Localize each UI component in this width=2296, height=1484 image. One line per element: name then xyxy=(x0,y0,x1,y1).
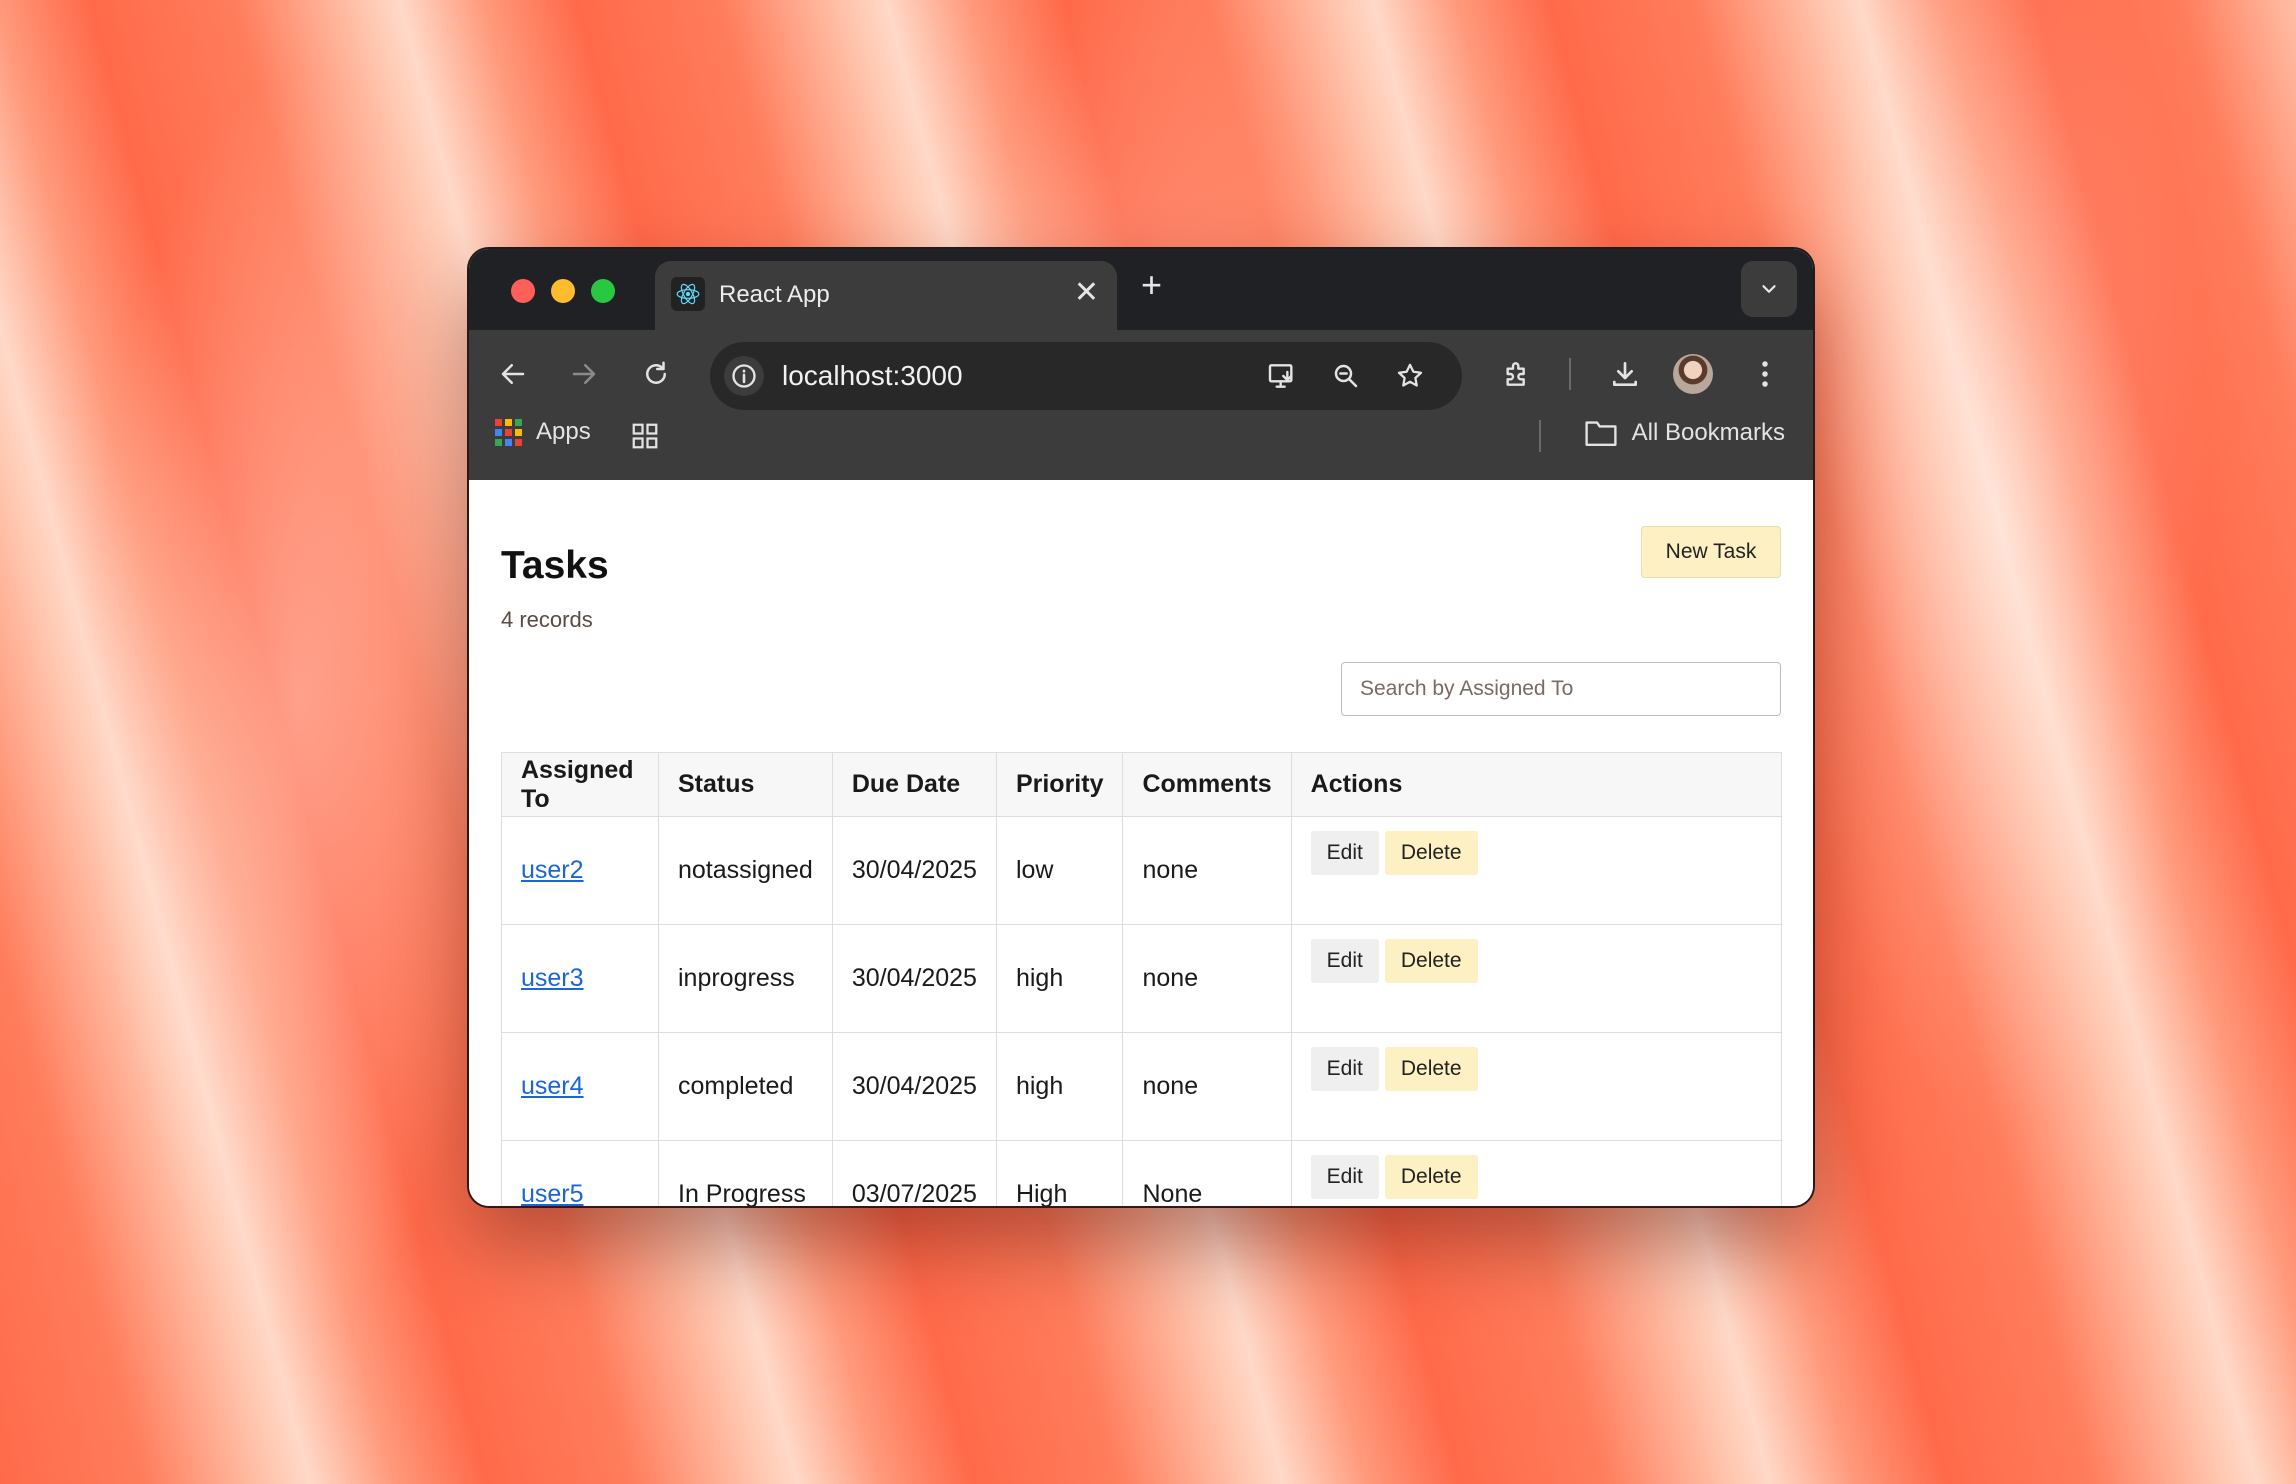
column-header-comments: Comments xyxy=(1122,752,1292,817)
search-input[interactable] xyxy=(1341,662,1781,716)
new-task-button[interactable]: New Task xyxy=(1641,526,1781,578)
minimize-window-button[interactable] xyxy=(551,279,575,303)
assigned-user-link[interactable]: user2 xyxy=(521,856,584,884)
browser-toolbar: localhost:3000 Apps All Bookmarks xyxy=(469,330,1813,480)
cell-due-date: 03/07/2025 xyxy=(831,1140,997,1206)
delete-button[interactable]: Delete xyxy=(1384,1047,1478,1091)
address-bar[interactable]: localhost:3000 xyxy=(710,342,1462,410)
cell-comments: none xyxy=(1122,816,1292,925)
page-title: Tasks xyxy=(501,544,609,587)
delete-button[interactable]: Delete xyxy=(1384,939,1478,983)
reload-icon xyxy=(646,361,666,384)
assigned-user-link[interactable]: user4 xyxy=(521,1072,584,1100)
active-tab[interactable]: React App ✕ xyxy=(655,261,1117,330)
cell-comments: none xyxy=(1122,924,1292,1033)
cell-actions: Edit Delete xyxy=(1290,1140,1783,1206)
apps-label: Apps xyxy=(536,418,591,445)
cell-due-date: 30/04/2025 xyxy=(831,1032,997,1141)
delete-button[interactable]: Delete xyxy=(1384,1155,1478,1199)
edit-button[interactable]: Edit xyxy=(1310,939,1379,983)
close-window-button[interactable] xyxy=(511,279,535,303)
tab-close-icon[interactable]: ✕ xyxy=(1074,275,1099,311)
new-tab-button[interactable]: + xyxy=(1141,265,1162,305)
cell-due-date: 30/04/2025 xyxy=(831,816,997,925)
cell-comments: None xyxy=(1122,1140,1292,1206)
cell-assigned-to: user5 xyxy=(501,1140,659,1206)
table-row: user4 completed 30/04/2025 high none Edi… xyxy=(501,1032,1783,1141)
cell-actions: Edit Delete xyxy=(1290,816,1783,925)
toolbar-divider xyxy=(1569,358,1571,390)
cell-assigned-to: user2 xyxy=(501,816,659,925)
column-header-priority: Priority xyxy=(995,752,1124,817)
column-header-assigned-to: Assigned To xyxy=(501,752,659,817)
cell-actions: Edit Delete xyxy=(1290,924,1783,1033)
page-content: Tasks 4 records New Task Assigned To Sta… xyxy=(469,480,1813,1206)
column-header-actions: Actions xyxy=(1290,752,1783,817)
browser-window: React App ✕ + localhost:3000 Apps All Bo… xyxy=(469,249,1813,1206)
delete-button[interactable]: Delete xyxy=(1384,831,1478,875)
assigned-user-link[interactable]: user3 xyxy=(521,964,584,992)
tab-strip: React App ✕ + xyxy=(469,249,1813,330)
back-button[interactable] xyxy=(491,352,535,396)
bookmark-star-icon[interactable] xyxy=(1390,356,1430,396)
cell-status: completed xyxy=(658,1032,833,1141)
bookmark-apps[interactable]: Apps xyxy=(495,418,591,446)
cell-status: In Progress xyxy=(658,1140,833,1206)
edit-button[interactable]: Edit xyxy=(1310,1047,1379,1091)
url-text[interactable]: localhost:3000 xyxy=(782,360,963,392)
apps-grid-icon xyxy=(495,418,522,446)
cell-actions: Edit Delete xyxy=(1290,1032,1783,1141)
more-menu-icon[interactable] xyxy=(1743,352,1787,396)
table-row: user3 inprogress 30/04/2025 high none Ed… xyxy=(501,924,1783,1033)
cell-comments: none xyxy=(1122,1032,1292,1141)
folder-icon xyxy=(1585,421,1617,446)
table-row: user2 notassigned 30/04/2025 low none Ed… xyxy=(501,816,1783,925)
forward-button[interactable] xyxy=(562,352,606,396)
forward-arrow-icon xyxy=(572,364,596,384)
edit-button[interactable]: Edit xyxy=(1310,831,1379,875)
back-arrow-icon xyxy=(501,364,525,384)
window-controls xyxy=(511,279,615,303)
edit-button[interactable]: Edit xyxy=(1310,1155,1379,1199)
extensions-icon[interactable] xyxy=(1495,352,1539,396)
table-header-row: Assigned To Status Due Date Priority Com… xyxy=(501,752,1783,817)
all-bookmarks-label: All Bookmarks xyxy=(1631,419,1785,446)
column-header-status: Status xyxy=(658,752,833,817)
cell-priority: low xyxy=(995,816,1124,925)
all-bookmarks-button[interactable]: All Bookmarks xyxy=(1584,418,1785,448)
site-info-icon[interactable] xyxy=(724,356,764,396)
tab-groups-icon[interactable] xyxy=(627,418,663,454)
cell-due-date: 30/04/2025 xyxy=(831,924,997,1033)
tab-title: React App xyxy=(719,281,830,308)
column-header-due-date: Due Date xyxy=(831,752,997,817)
table-row: user5 In Progress 03/07/2025 High None E… xyxy=(501,1140,1783,1206)
cell-assigned-to: user3 xyxy=(501,924,659,1033)
tasks-table: Assigned To Status Due Date Priority Com… xyxy=(501,752,1783,1206)
cell-status: inprogress xyxy=(658,924,833,1033)
profile-avatar[interactable] xyxy=(1673,354,1713,394)
record-count: 4 records xyxy=(501,607,593,632)
download-icon[interactable] xyxy=(1603,352,1647,396)
chevron-down-icon xyxy=(1762,285,1776,293)
react-favicon-icon xyxy=(671,277,705,311)
cell-priority: High xyxy=(995,1140,1124,1206)
bookmarks-divider xyxy=(1539,420,1541,452)
maximize-window-button[interactable] xyxy=(591,279,615,303)
install-app-icon[interactable] xyxy=(1262,356,1302,396)
cell-priority: high xyxy=(995,1032,1124,1141)
cell-assigned-to: user4 xyxy=(501,1032,659,1141)
reload-button[interactable] xyxy=(634,352,678,396)
cell-priority: high xyxy=(995,924,1124,1033)
assigned-user-link[interactable]: user5 xyxy=(521,1180,584,1206)
zoom-icon[interactable] xyxy=(1326,356,1366,396)
tab-search-button[interactable] xyxy=(1741,261,1797,317)
cell-status: notassigned xyxy=(658,816,833,925)
